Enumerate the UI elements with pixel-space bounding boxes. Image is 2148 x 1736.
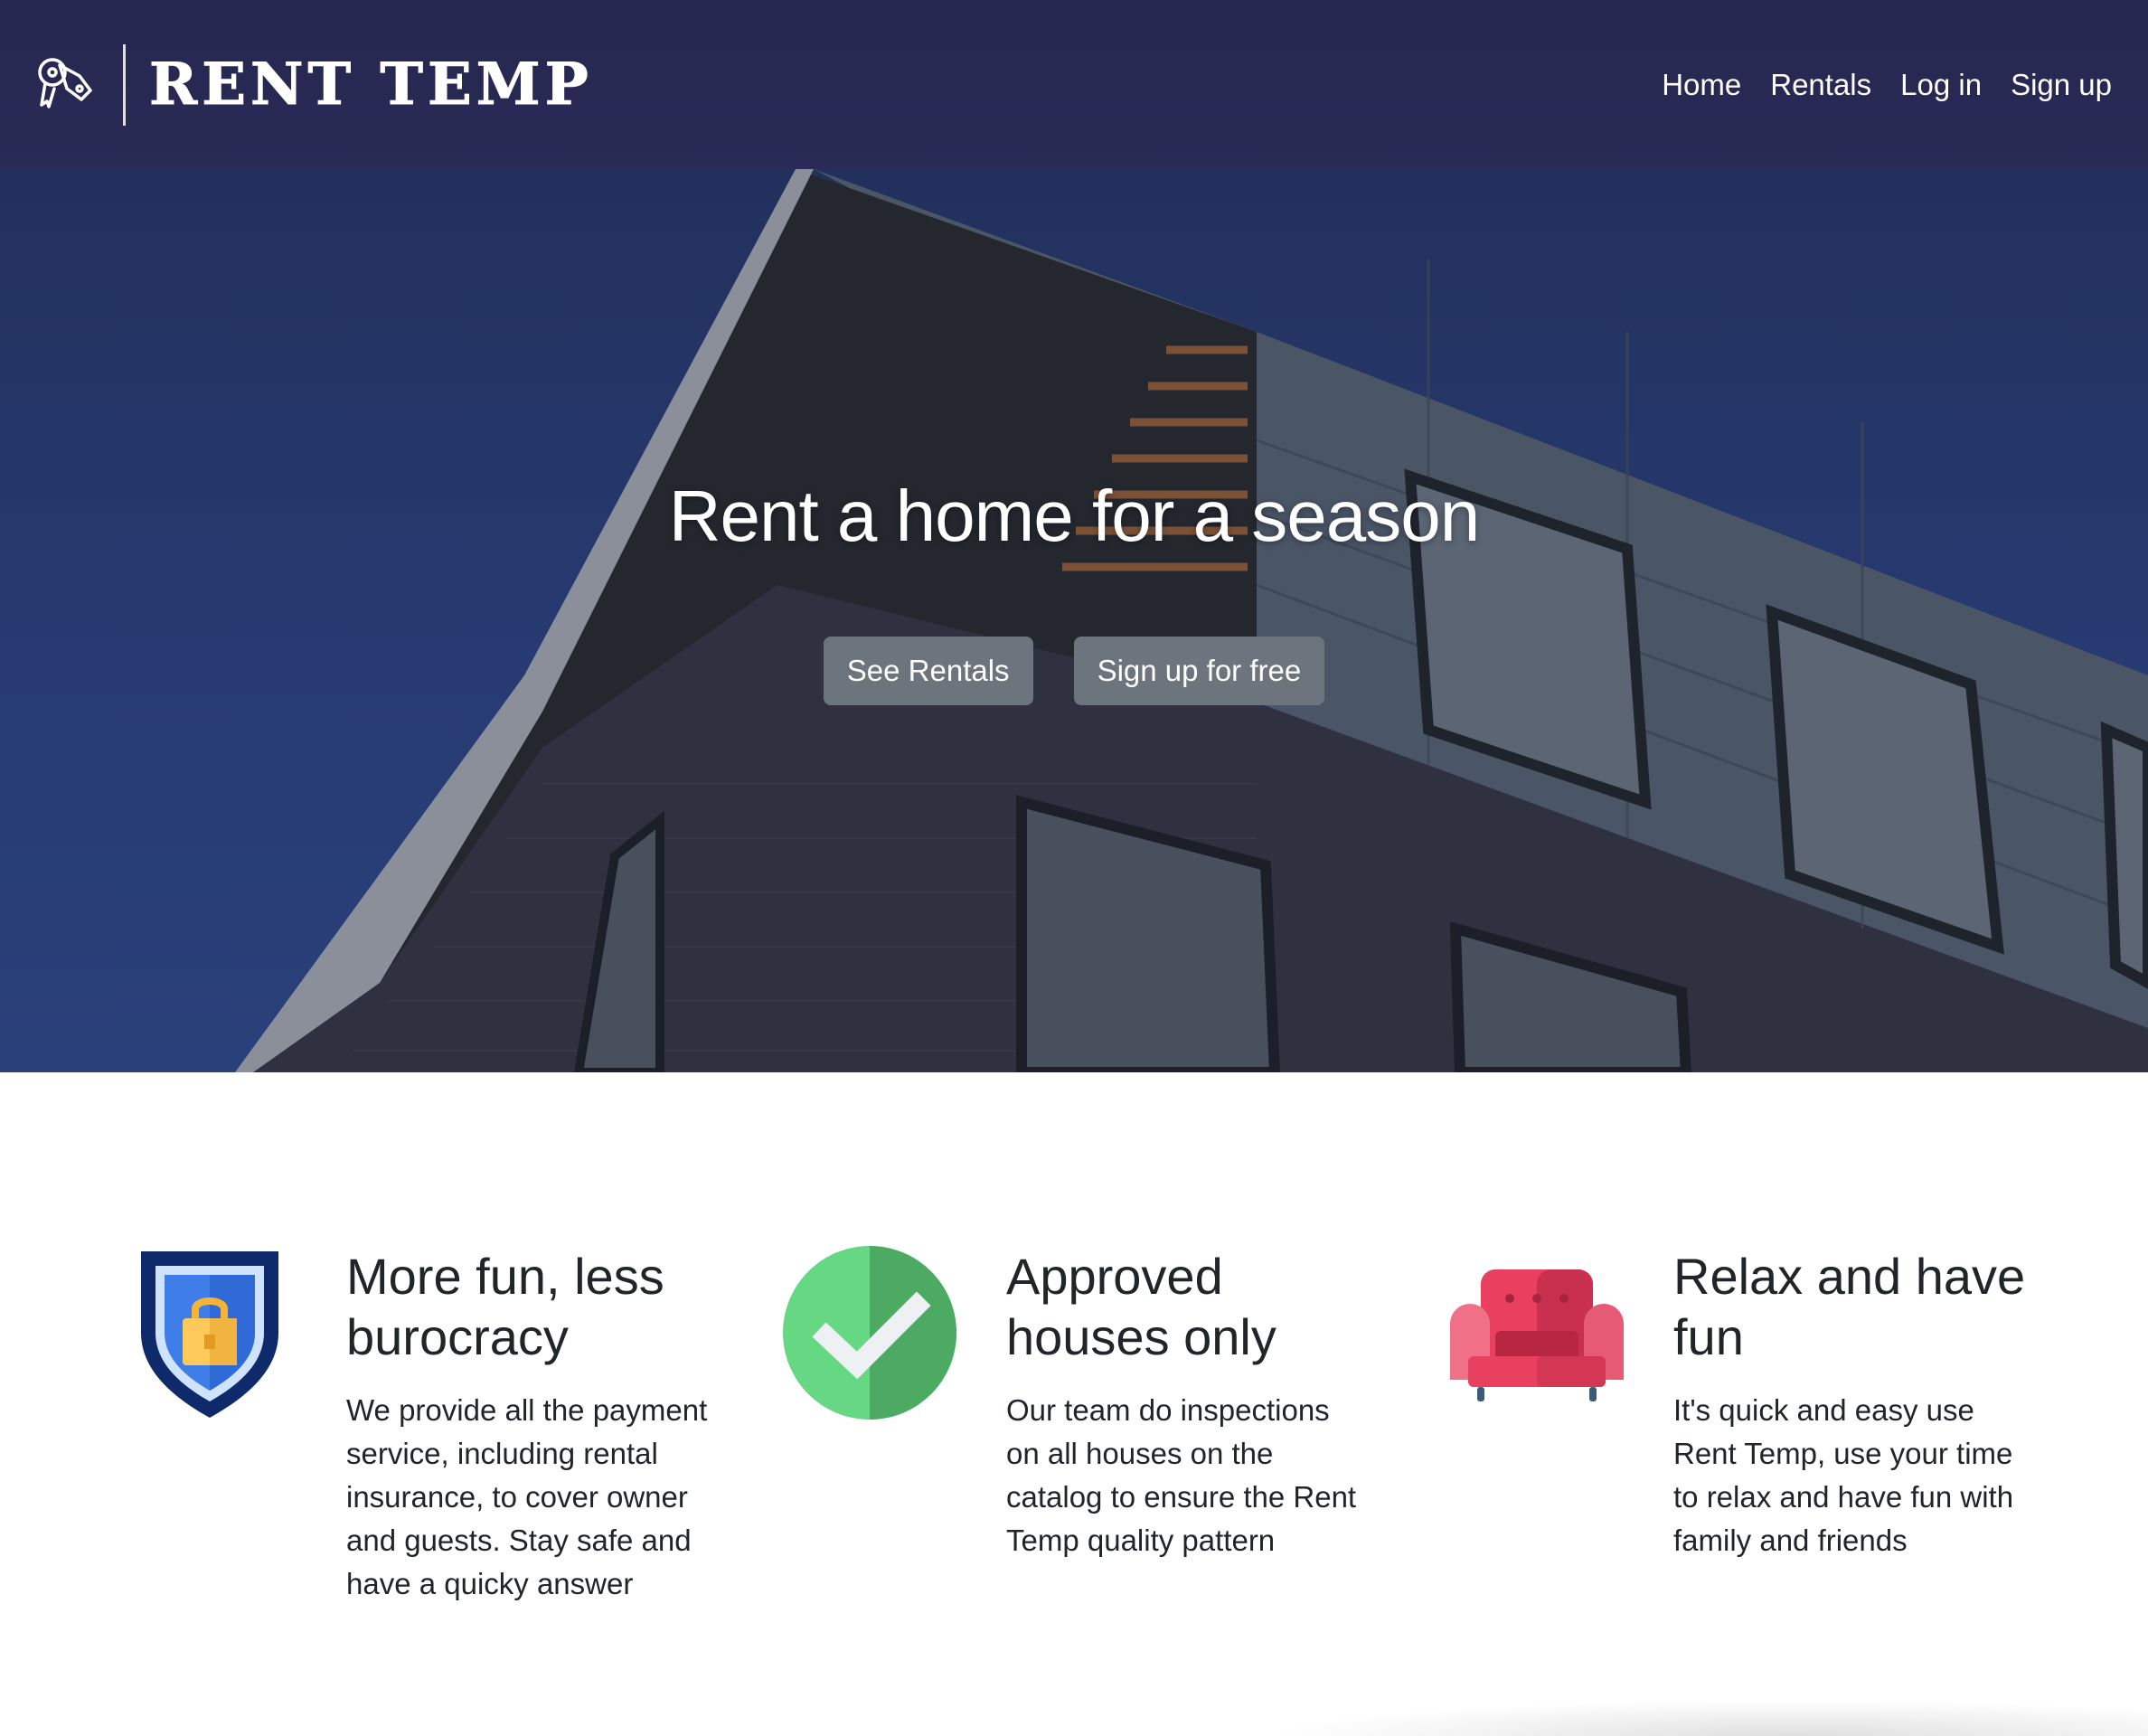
hero-building-image — [235, 169, 2148, 1072]
feature-title: Approved houses only — [1006, 1248, 1277, 1365]
feature-text: Our team do inspections on all houses on… — [1006, 1393, 1357, 1557]
nav-link-signup[interactable]: Sign up — [2011, 65, 2112, 105]
feature-text: It's quick and easy use Rent Temp, use y… — [1673, 1393, 2014, 1557]
nav-link-rentals[interactable]: Rentals — [1770, 65, 1871, 105]
navbar: RENT TEMP Home Rentals Log in Sign up — [0, 0, 2148, 169]
features-section: More fun, less burocracy We provide all … — [0, 1072, 2148, 1725]
check-circle-icon — [783, 1246, 956, 1420]
nav-link-home[interactable]: Home — [1662, 65, 1741, 105]
hero-title: Rent a home for a season — [668, 476, 1481, 556]
feature-title: More fun, less burocracy — [346, 1248, 664, 1365]
shield-lock-icon — [141, 1251, 278, 1418]
nav-links: Home Rentals Log in Sign up — [1662, 65, 2112, 105]
keys-icon — [38, 58, 92, 108]
see-rentals-button[interactable]: See Rentals — [823, 637, 1033, 705]
bottom-shadow — [1266, 1700, 2148, 1736]
hero-buttons: See Rentals Sign up for free — [0, 637, 2148, 705]
feature-text: We provide all the payment service, incl… — [346, 1393, 708, 1600]
hero-section: Rent a home for a season See Rentals Sig… — [0, 169, 2148, 1072]
armchair-icon — [1450, 1269, 1624, 1401]
brand-divider — [123, 44, 126, 126]
brand[interactable]: RENT TEMP — [33, 43, 593, 127]
sign-up-free-button[interactable]: Sign up for free — [1073, 637, 1325, 705]
nav-link-login[interactable]: Log in — [1900, 65, 1982, 105]
brand-name[interactable]: RENT TEMP — [149, 55, 593, 114]
feature-title: Relax and have fun — [1673, 1248, 2026, 1365]
